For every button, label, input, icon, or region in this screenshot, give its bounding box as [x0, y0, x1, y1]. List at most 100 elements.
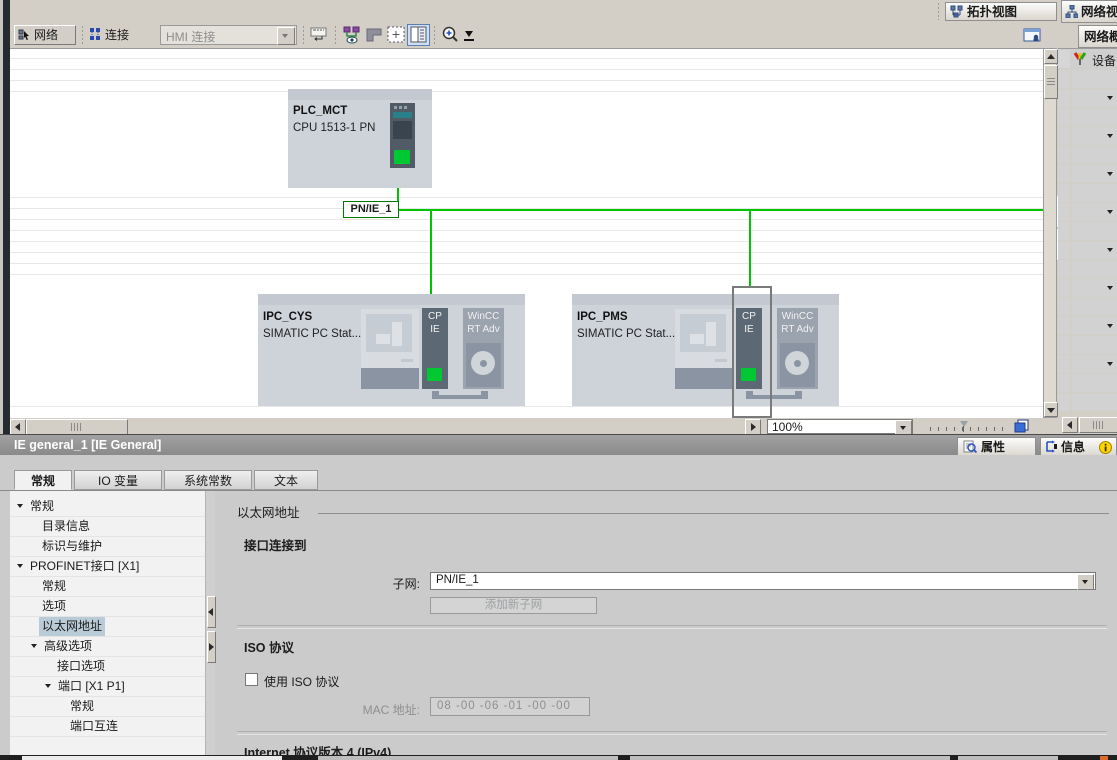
taskbar-item[interactable] [958, 756, 1058, 760]
tab-properties[interactable]: 属性 [957, 437, 1036, 457]
taskbar-item[interactable] [630, 756, 950, 760]
zoom-slider-handle[interactable] [960, 421, 968, 427]
connections-button[interactable]: 连接 [88, 25, 154, 45]
overview-row[interactable] [1058, 336, 1117, 354]
nav-splitter[interactable] [206, 491, 215, 755]
nav-item-options[interactable]: 选项 [10, 597, 205, 617]
collapse-arrow-icon[interactable] [1107, 324, 1113, 328]
overview-row[interactable] [1058, 184, 1117, 202]
overview-row[interactable] [1058, 317, 1117, 335]
nav-item-identification[interactable]: 标识与维护 [10, 537, 205, 557]
combobox-dropdown-button[interactable] [277, 27, 295, 45]
scroll-left-button[interactable] [10, 419, 26, 435]
collapse-arrow-icon[interactable] [1107, 96, 1113, 100]
fit-to-view-button[interactable] [385, 25, 407, 45]
horizontal-scroll-thumb[interactable] [26, 419, 128, 435]
nav-item-port-interconnection[interactable]: 端口互连 [10, 717, 205, 737]
overview-row[interactable] [1058, 241, 1117, 259]
network-canvas[interactable]: PN/IE_1 PLC_MCT CPU 1513-1 PN IPC_CYS SI… [10, 48, 1043, 419]
nav-item-profinet-interface[interactable]: PROFINET接口 [X1] [10, 557, 205, 577]
tab-system-constants[interactable]: 系统常数 [164, 470, 252, 490]
tab-texts[interactable]: 文本 [254, 470, 318, 490]
zoom-options-button[interactable] [462, 27, 476, 43]
collapse-arrow-icon[interactable] [1107, 172, 1113, 176]
overview-row[interactable] [1058, 222, 1117, 240]
zoom-dropdown-button[interactable] [895, 420, 912, 435]
nav-item-port-general[interactable]: 常规 [10, 697, 205, 717]
scroll-down-button[interactable] [1044, 402, 1058, 417]
overview-row[interactable] [1058, 89, 1117, 107]
overview-scroll-thumb[interactable] [1079, 417, 1117, 433]
network-mode-button[interactable]: 网络 [14, 25, 76, 45]
overview-row[interactable] [1058, 355, 1117, 373]
device-plc-mct[interactable]: PLC_MCT CPU 1513-1 PN [288, 89, 432, 188]
subnet-bus-line[interactable] [385, 209, 1043, 211]
overview-row[interactable] [1058, 165, 1117, 183]
canvas-vertical-scrollbar[interactable] [1043, 48, 1057, 418]
device-ipc-pms[interactable]: IPC_PMS SIMATIC PC Stat... CP IE WinCC R… [572, 294, 839, 406]
overview-row[interactable] [1058, 203, 1117, 221]
subnet-dropdown-button[interactable] [1077, 574, 1094, 590]
scroll-right-button[interactable] [745, 419, 761, 435]
taskbar-item[interactable] [318, 756, 618, 760]
cp-module[interactable]: CP IE [422, 308, 448, 389]
overview-scroll-left[interactable] [1062, 417, 1078, 433]
show-names-button[interactable] [309, 25, 331, 45]
left-panel-divider[interactable] [3, 0, 10, 434]
zoom-button[interactable] [440, 25, 462, 45]
split-editor-icon[interactable] [1023, 28, 1043, 44]
tab-network-overview[interactable]: 网络概览 [1078, 25, 1117, 48]
overview-row[interactable] [1058, 298, 1117, 316]
zoom-level-combobox[interactable]: 100% [767, 419, 913, 434]
scroll-up-button[interactable] [1044, 49, 1058, 64]
subnet-label-badge[interactable]: PN/IE_1 [343, 201, 399, 218]
taskbar-item[interactable] [22, 756, 282, 760]
overview-hscrollbar[interactable] [1058, 415, 1117, 434]
nav-item-general-sub[interactable]: 常规 [10, 577, 205, 597]
connection-type-combobox[interactable]: HMI 连接 [160, 25, 297, 45]
collapse-arrow-icon[interactable] [1107, 248, 1113, 252]
cpu-port-green[interactable] [394, 150, 410, 164]
tab-network-view[interactable]: 网络视图 [1061, 0, 1117, 23]
page-break-view-button[interactable] [363, 25, 385, 45]
mac-address-field[interactable]: 08 -00 -06 -01 -00 -00 [430, 697, 590, 716]
subnet-combobox[interactable]: PN/IE_1 [430, 572, 1096, 590]
overview-row[interactable] [1058, 279, 1117, 297]
device-ipc-cys[interactable]: IPC_CYS SIMATIC PC Stat... CP IE WinCC R… [258, 294, 525, 406]
wincc-module[interactable]: WinCC RT Adv [463, 308, 504, 389]
overview-row[interactable] [1058, 108, 1117, 126]
show-overview-panel-button[interactable] [407, 24, 430, 46]
nav-item-port-x1p1[interactable]: 端口 [X1 P1] [10, 677, 205, 697]
tab-general[interactable]: 常规 [14, 470, 72, 490]
cpu-module[interactable] [390, 103, 415, 168]
zoom-slider[interactable] [930, 421, 1004, 433]
ipc-pms-connection-line[interactable] [749, 211, 751, 286]
nav-item-interface-options[interactable]: 接口选项 [10, 657, 205, 677]
overview-row[interactable] [1058, 70, 1117, 88]
nav-item-catalog-info[interactable]: 目录信息 [10, 517, 205, 537]
maximize-view-icon[interactable] [1014, 418, 1030, 434]
nav-item-ethernet-addresses[interactable]: 以太网地址 [10, 617, 205, 637]
nav-item-advanced-options[interactable]: 高级选项 [10, 637, 205, 657]
wincc-module[interactable]: WinCC RT Adv [777, 308, 818, 389]
collapse-arrow-icon[interactable] [1107, 362, 1113, 366]
show-addresses-button[interactable] [341, 25, 363, 45]
tab-io-tags[interactable]: IO 变量 [74, 470, 162, 490]
tab-topology-view[interactable]: 拓扑视图 [945, 2, 1057, 21]
collapse-arrow-icon[interactable] [1107, 210, 1113, 214]
vertical-scroll-thumb[interactable] [1044, 65, 1058, 99]
add-subnet-button[interactable]: 添加新子网 [430, 597, 597, 614]
use-iso-checkbox[interactable] [245, 673, 258, 686]
overview-row[interactable] [1058, 127, 1117, 145]
taskbar-item[interactable] [1100, 756, 1108, 760]
collapse-arrow-icon[interactable] [1107, 286, 1113, 290]
overview-row[interactable] [1058, 260, 1117, 278]
nav-item-general[interactable]: 常规 [10, 497, 205, 517]
tab-info[interactable]: 信息 [1040, 437, 1117, 457]
cp-port-green[interactable] [427, 368, 442, 381]
collapse-arrow-icon[interactable] [1107, 134, 1113, 138]
overview-row[interactable] [1058, 146, 1117, 164]
overview-row[interactable] [1058, 393, 1117, 411]
ipc-cys-connection-line[interactable] [430, 211, 432, 294]
overview-row[interactable] [1058, 374, 1117, 392]
